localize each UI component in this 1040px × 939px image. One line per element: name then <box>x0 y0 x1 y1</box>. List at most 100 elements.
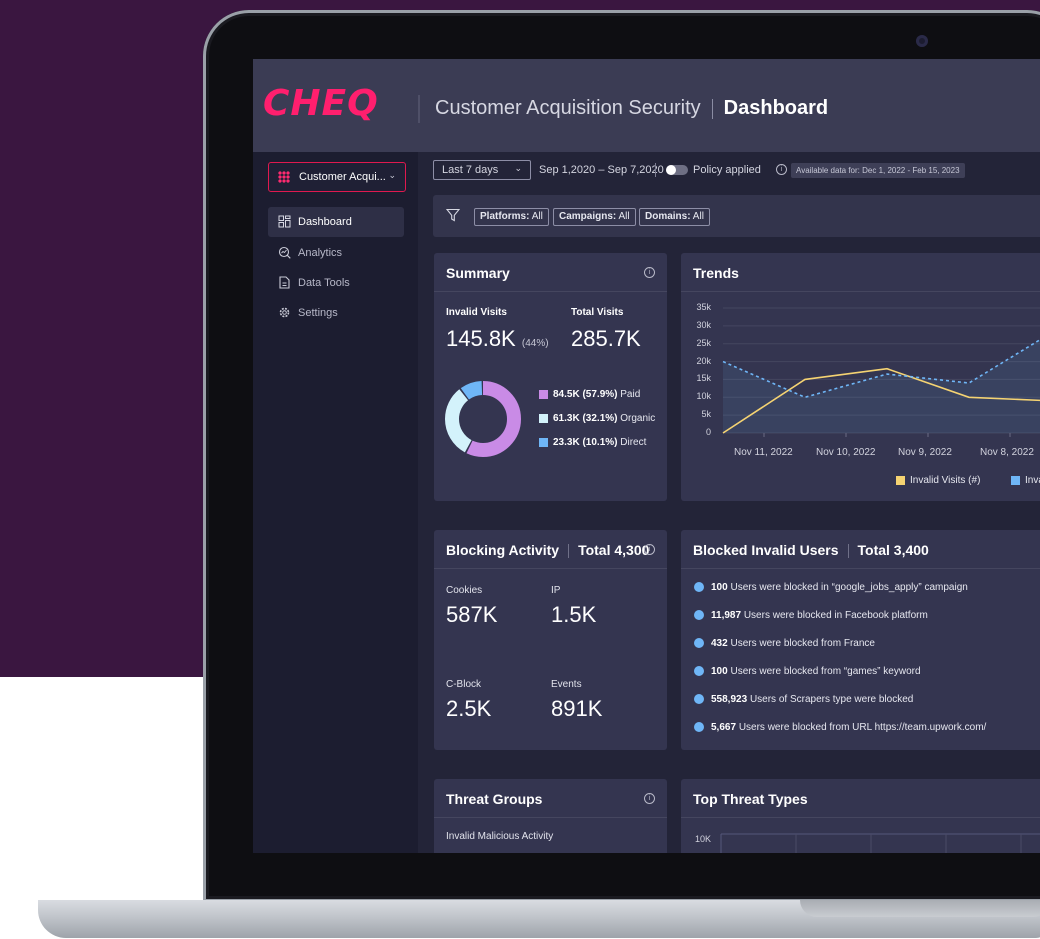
header-divider <box>418 95 420 123</box>
blocked-invalid-users-card: Blocked Invalid Users Total 3,400 100 Use… <box>681 530 1040 750</box>
trends-line-chart <box>722 307 1040 437</box>
info-icon[interactable]: i <box>644 793 655 804</box>
account-selector[interactable]: Customer Acqui... ⌄ <box>268 162 406 192</box>
sidebar-item-label: Dashboard <box>298 216 352 228</box>
filter-value: All <box>531 211 543 222</box>
title-separator <box>711 98 713 119</box>
info-icon[interactable]: i <box>776 164 787 175</box>
sidebar-item-analytics[interactable]: Analytics <box>268 238 404 268</box>
blocked-users-total: Total 3,400 <box>857 542 929 558</box>
invalid-visits-number: 145.8K <box>446 326 516 351</box>
legend-swatch <box>539 437 548 447</box>
legend-value: 23.3K (10.1%) <box>553 437 618 448</box>
events-value: 891K <box>551 696 603 721</box>
blocked-text: Users were blocked from France <box>730 638 875 649</box>
blocking-total: Total 4,300 <box>578 542 650 558</box>
page-title: Customer Acquisition Security Dashboard <box>435 97 828 120</box>
app-screen: CHEQ Customer Acquisition Security Dashbo… <box>253 59 1040 853</box>
date-range-value: Last 7 days <box>442 164 499 176</box>
bullet-dot-icon <box>694 638 704 649</box>
filter-chip-domains[interactable]: Domains: All <box>639 208 710 226</box>
total-visits-value: 285.7K <box>571 326 641 351</box>
sidebar-item-settings[interactable]: Settings <box>268 298 404 328</box>
blocked-text: Users of Scrapers type were blocked <box>749 694 914 705</box>
legend-label: Invalid Visits (#) <box>910 475 981 486</box>
date-toolbar: Last 7 days ⌄ Sep 1,2020 – Sep 7,2020 Po… <box>433 160 1040 180</box>
visits-donut-chart <box>445 381 521 457</box>
c-block-label: C-Block <box>446 679 482 690</box>
filter-chip-campaigns[interactable]: Campaigns: All <box>553 208 636 226</box>
filter-key: Campaigns: <box>559 211 617 222</box>
info-icon[interactable]: i <box>644 267 655 278</box>
policy-toggle[interactable] <box>666 165 688 175</box>
bullet-dot-icon <box>694 694 704 705</box>
ip-value: 1.5K <box>551 602 597 627</box>
x-tick-label: Nov 11, 2022 <box>734 447 793 458</box>
trends-legend-inva: Inva <box>1011 475 1040 486</box>
data-tools-icon <box>279 276 290 289</box>
legend-swatch <box>539 389 548 399</box>
toolbar-divider <box>655 163 656 177</box>
sidebar-item-label: Analytics <box>298 247 343 259</box>
legend-swatch <box>896 475 905 485</box>
x-tick-label: Nov 8, 2022 <box>980 447 1034 458</box>
trends-card: Trends 35k 30k 25k 20k 15k 10k 5k 0 Nov 11, 202… <box>681 253 1040 501</box>
c-block-value: 2.5K <box>446 696 492 721</box>
blocked-count: 11,987 <box>711 610 742 621</box>
threat-group-label: Invalid Malicious Activity <box>446 831 554 842</box>
sidebar: Customer Acqui... ⌄ Dashboard Analytics <box>253 152 418 853</box>
events-label: Events <box>551 679 582 690</box>
account-selector-label: Customer Acqui... <box>299 171 386 183</box>
legend-label: Inva <box>1025 475 1040 486</box>
list-item: 100 Users were blocked from “games” keyw… <box>694 666 921 677</box>
policy-label: Policy applied <box>693 164 761 176</box>
blocked-count: 100 <box>711 666 728 677</box>
title-separator <box>847 544 849 559</box>
invalid-visits-percent: (44%) <box>521 338 549 349</box>
filter-value: All <box>692 211 704 222</box>
app-header: CHEQ Customer Acquisition Security Dashbo… <box>253 59 1040 152</box>
threat-groups-card: Threat Groups i Invalid Malicious Activi… <box>434 779 667 853</box>
chevron-down-icon: ⌄ <box>514 163 522 173</box>
legend-swatch <box>1011 475 1020 485</box>
card-title: Summary <box>446 265 510 281</box>
trends-legend-invalid: Invalid Visits (#) <box>896 475 980 486</box>
invalid-visits-label: Invalid Visits <box>446 307 507 318</box>
blocked-text: Users were blocked in “google_jobs_apply… <box>730 582 968 593</box>
info-icon[interactable]: i <box>644 544 655 555</box>
legend-label: Direct <box>620 437 647 448</box>
list-item: 558,923 Users of Scrapers type were bloc… <box>694 694 913 705</box>
card-header: Summary i <box>434 253 667 292</box>
card-title: Blocked Invalid Users Total 3,400 <box>693 542 929 559</box>
analytics-icon <box>278 246 291 259</box>
date-range-select[interactable]: Last 7 days ⌄ <box>433 160 531 180</box>
cookies-label: Cookies <box>446 585 483 596</box>
total-visits-label: Total Visits <box>571 307 624 318</box>
chevron-down-icon: ⌄ <box>388 170 396 180</box>
blocked-text: Users were blocked in Facebook platform <box>743 610 928 621</box>
filter-chip-platforms[interactable]: Platforms: All <box>474 208 549 226</box>
cheq-logo[interactable]: CHEQ <box>263 83 379 124</box>
blocked-text: Users were blocked from “games” keyword <box>730 666 921 677</box>
blocked-users-title: Blocked Invalid Users <box>693 542 839 558</box>
page-name: Dashboard <box>723 97 829 119</box>
filter-bar: Platforms: All Campaigns: All Domains: A… <box>433 195 1040 237</box>
filter-key: Domains: <box>645 211 691 222</box>
card-title: Blocking Activity Total 4,300 <box>446 542 650 559</box>
cookies-value: 587K <box>446 602 498 627</box>
filter-funnel-icon[interactable] <box>446 208 460 222</box>
x-tick-label: Nov 9, 2022 <box>898 447 952 458</box>
product-name: Customer Acquisition Security <box>435 97 701 119</box>
bullet-dot-icon <box>694 666 704 677</box>
sidebar-item-data-tools[interactable]: Data Tools <box>268 268 404 298</box>
laptop-base-notch <box>800 900 1040 917</box>
top-threats-chart-grid <box>720 833 1040 853</box>
sidebar-item-dashboard[interactable]: Dashboard <box>268 207 404 237</box>
list-item: 11,987 Users were blocked in Facebook pl… <box>694 610 928 621</box>
top-threat-types-card: Top Threat Types 10K <box>681 779 1040 853</box>
series-area-inva <box>723 339 1040 433</box>
filter-value: All <box>618 211 630 222</box>
blocked-count: 100 <box>711 582 728 593</box>
blocked-count: 558,923 <box>711 694 748 705</box>
sidebar-item-label: Settings <box>298 307 338 319</box>
